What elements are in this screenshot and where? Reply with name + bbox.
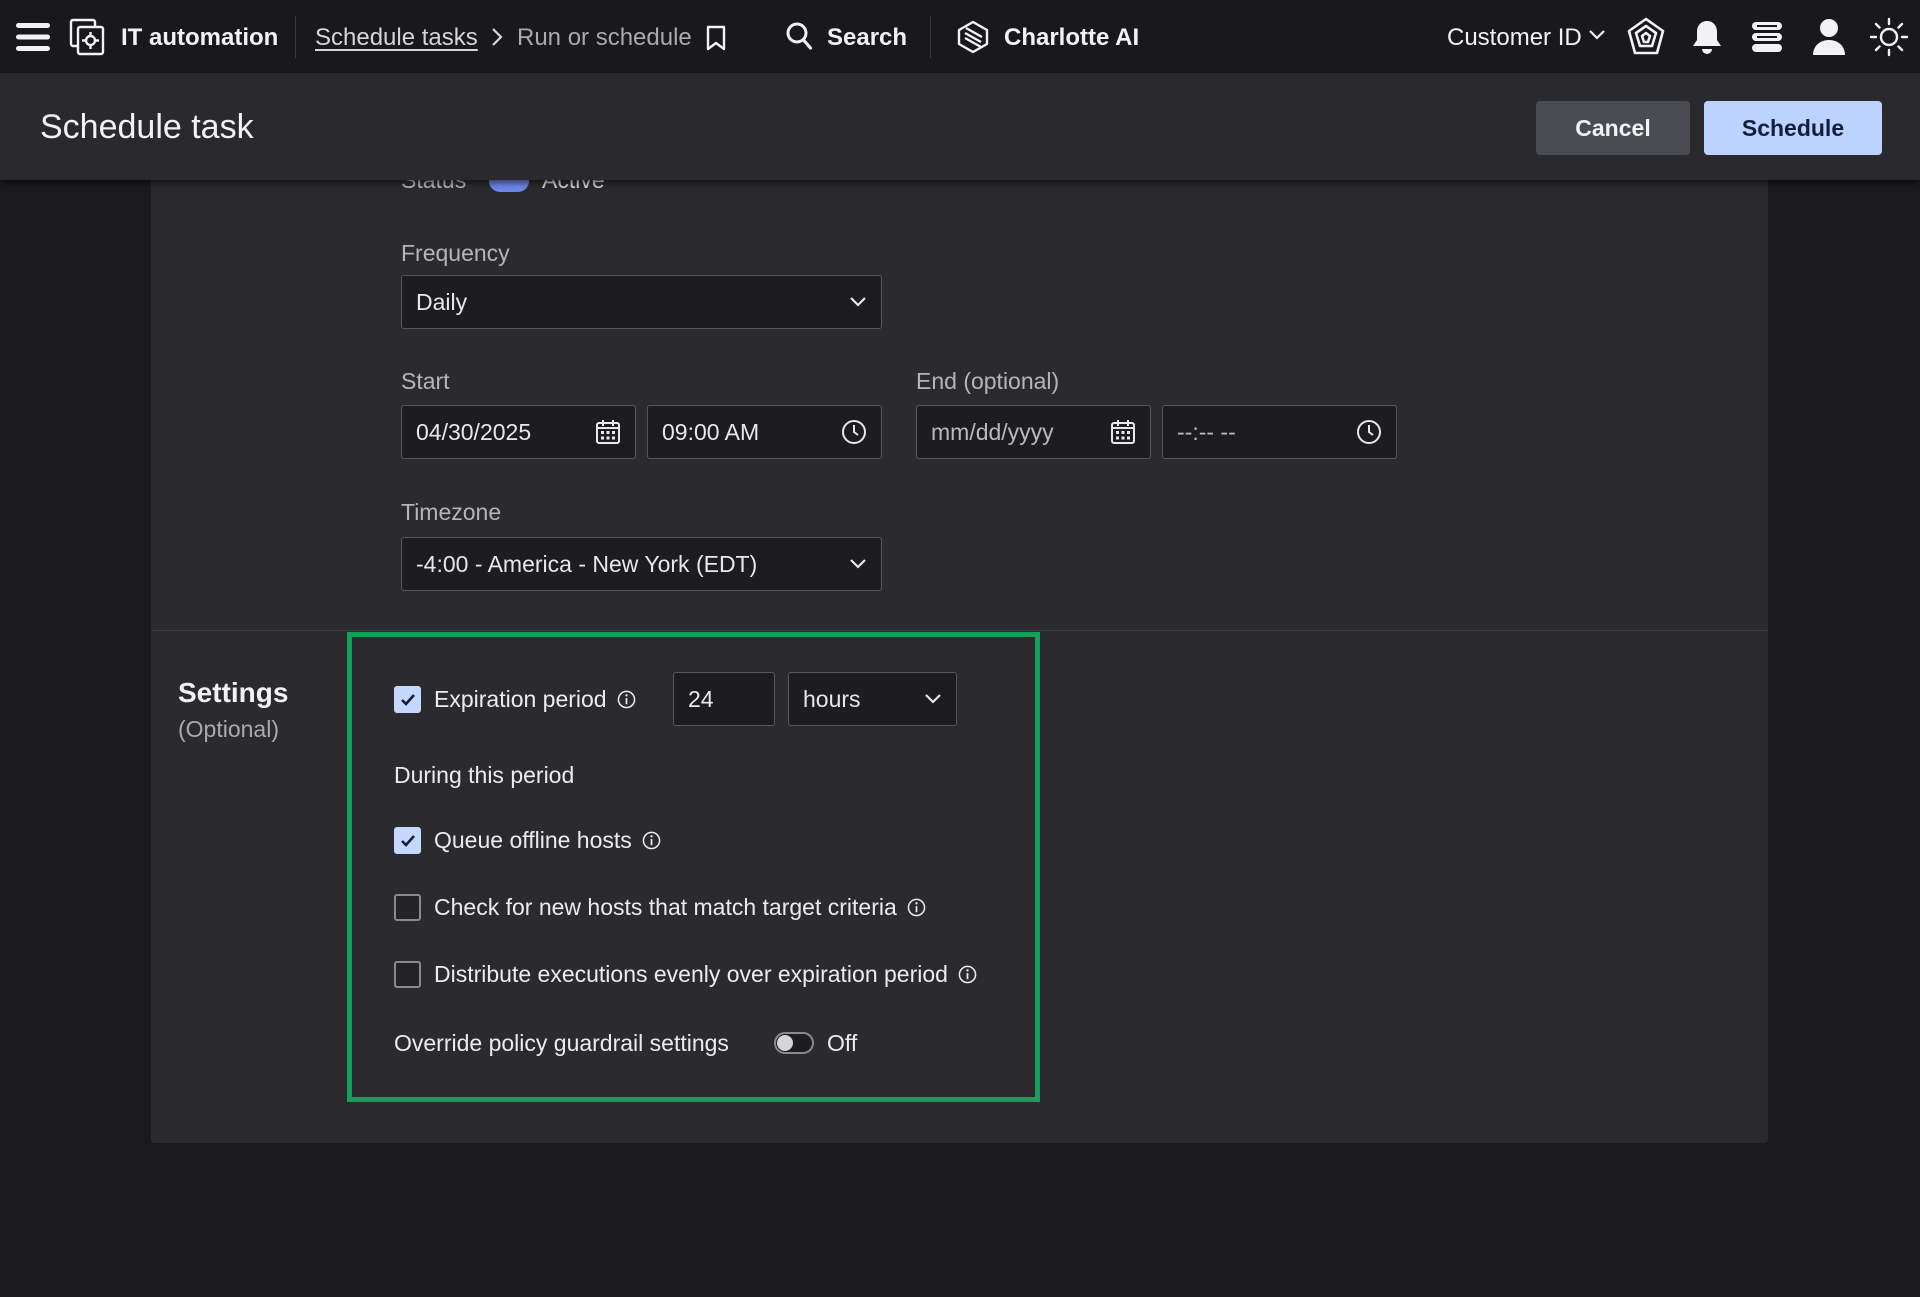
search-icon[interactable] xyxy=(784,20,814,52)
status-row: Status Active xyxy=(401,180,651,196)
timezone-value: -4:00 - America - New York (EDT) xyxy=(416,550,758,577)
expiration-period-label: Expiration period xyxy=(434,686,607,712)
end-label: End (optional) xyxy=(916,368,1060,394)
calendar-icon[interactable] xyxy=(1110,419,1136,445)
page-header: Schedule task Cancel Schedule xyxy=(0,74,1920,180)
clock-icon[interactable] xyxy=(1356,419,1382,445)
expiration-unit-value: hours xyxy=(803,685,861,712)
end-date-field[interactable]: mm/dd/yyyy xyxy=(916,405,1151,459)
breadcrumb-schedule-tasks[interactable]: Schedule tasks xyxy=(315,24,478,52)
info-icon[interactable] xyxy=(907,898,926,917)
timezone-select[interactable]: -4:00 - America - New York (EDT) xyxy=(401,537,882,591)
override-policy-state: Off xyxy=(827,1030,858,1056)
timezone-label: Timezone xyxy=(401,499,502,525)
start-label: Start xyxy=(401,368,450,394)
expiration-period-checkbox[interactable] xyxy=(394,686,421,713)
start-time-field[interactable]: 09:00 AM xyxy=(647,405,882,459)
topbar-divider xyxy=(295,16,296,58)
distribute-executions-option: Distribute executions evenly over expira… xyxy=(434,961,977,988)
expiration-value-input[interactable]: 24 xyxy=(673,672,775,726)
info-icon[interactable] xyxy=(642,831,661,850)
info-icon[interactable] xyxy=(617,690,636,709)
override-policy-label: Override policy guardrail settings xyxy=(394,1030,729,1056)
expiration-unit-select[interactable]: hours xyxy=(788,672,957,726)
status-toggle[interactable] xyxy=(489,180,529,192)
clock-icon[interactable] xyxy=(841,419,867,445)
it-automation-app-icon xyxy=(68,17,106,57)
queue-offline-hosts-checkbox[interactable] xyxy=(394,827,421,854)
settings-title: Settings xyxy=(178,677,289,708)
messages-icon[interactable] xyxy=(1749,18,1785,56)
charlotte-ai-icon[interactable] xyxy=(955,18,991,56)
cancel-button[interactable]: Cancel xyxy=(1536,101,1690,155)
start-date-field[interactable]: 04/30/2025 xyxy=(401,405,636,459)
falcon-shield-icon[interactable] xyxy=(1625,16,1667,58)
distribute-executions-checkbox[interactable] xyxy=(394,961,421,988)
info-icon[interactable] xyxy=(958,965,977,984)
bell-icon[interactable] xyxy=(1689,17,1725,57)
status-value: Active xyxy=(542,180,605,193)
start-time-value: 09:00 AM xyxy=(662,418,760,445)
chevron-down-icon xyxy=(850,559,866,569)
user-account-icon[interactable] xyxy=(1810,17,1848,57)
bookmark-icon[interactable] xyxy=(704,24,728,52)
sun-theme-icon[interactable] xyxy=(1868,16,1910,58)
chevron-right-icon xyxy=(488,26,506,48)
frequency-label: Frequency xyxy=(401,240,510,266)
chevron-down-icon xyxy=(925,694,941,704)
search-button[interactable]: Search xyxy=(827,24,907,52)
hamburger-menu-icon[interactable] xyxy=(14,18,52,56)
topbar-divider xyxy=(930,16,931,58)
app-name: IT automation xyxy=(121,24,279,51)
settings-subtitle: (Optional) xyxy=(178,716,279,742)
frequency-value: Daily xyxy=(416,288,468,315)
expiration-value: 24 xyxy=(688,685,714,712)
check-new-hosts-checkbox[interactable] xyxy=(394,894,421,921)
checkmark-icon xyxy=(400,835,415,847)
customer-id-dropdown[interactable]: Customer ID xyxy=(1447,24,1582,52)
end-date-placeholder: mm/dd/yyyy xyxy=(931,418,1054,445)
checkmark-icon xyxy=(400,694,415,706)
end-time-field[interactable]: --:-- -- xyxy=(1162,405,1397,459)
calendar-icon[interactable] xyxy=(595,419,621,445)
top-navigation-bar: IT automation Schedule tasks Run or sche… xyxy=(0,0,1920,74)
start-date-value: 04/30/2025 xyxy=(416,418,532,445)
end-time-placeholder: --:-- -- xyxy=(1177,418,1236,445)
schedule-button[interactable]: Schedule xyxy=(1704,101,1882,155)
override-policy-toggle[interactable] xyxy=(774,1032,814,1054)
status-label: Status xyxy=(401,180,467,193)
queue-offline-hosts-label: Queue offline hosts xyxy=(434,827,632,853)
queue-offline-hosts-option: Queue offline hosts xyxy=(434,827,661,854)
check-new-hosts-label: Check for new hosts that match target cr… xyxy=(434,894,897,920)
section-divider xyxy=(151,630,1768,631)
distribute-executions-label: Distribute executions evenly over expira… xyxy=(434,961,948,987)
page-title: Schedule task xyxy=(40,108,254,146)
check-new-hosts-option: Check for new hosts that match target cr… xyxy=(434,894,926,921)
chevron-down-icon[interactable] xyxy=(1588,28,1606,42)
toggle-knob xyxy=(777,1035,793,1051)
period-heading: During this period xyxy=(394,762,575,788)
chevron-down-icon xyxy=(850,297,866,307)
frequency-select[interactable]: Daily xyxy=(401,275,882,329)
expiration-period-option: Expiration period xyxy=(434,686,636,713)
breadcrumb-current: Run or schedule xyxy=(517,24,692,51)
charlotte-ai-button[interactable]: Charlotte AI xyxy=(1004,24,1139,52)
